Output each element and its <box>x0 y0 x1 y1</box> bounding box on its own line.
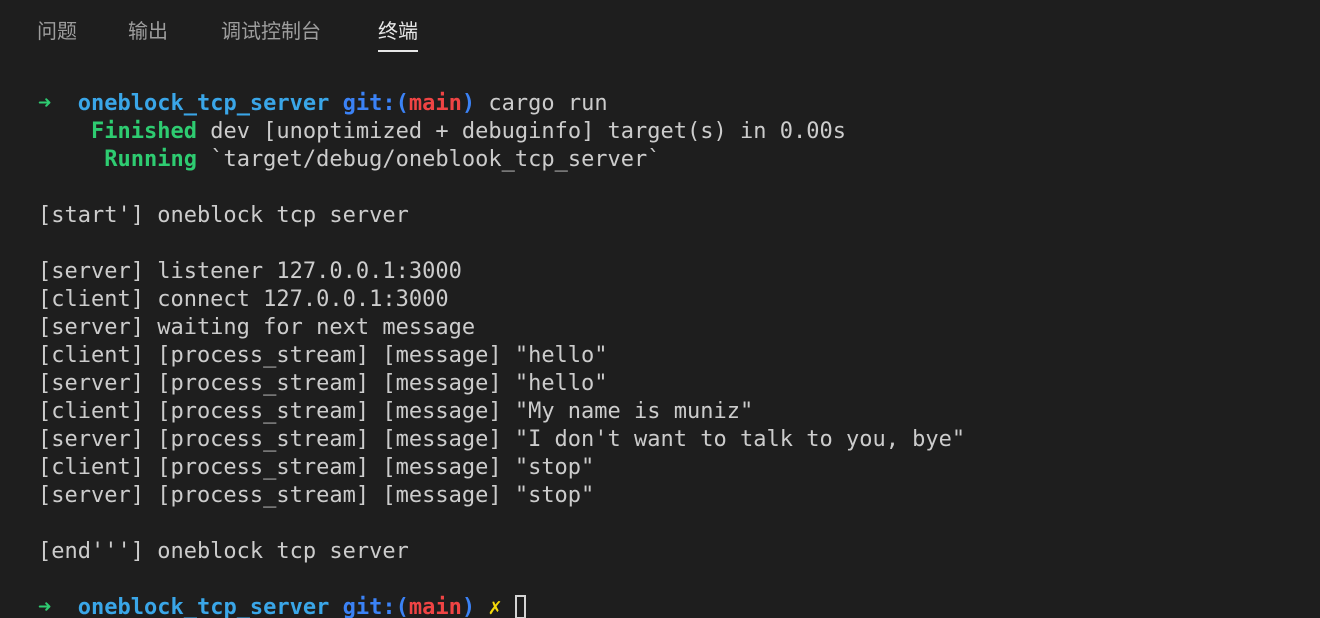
build-finished-line: Finished dev [unoptimized + debuginfo] t… <box>38 118 1308 146</box>
git-suffix: ) <box>461 91 476 116</box>
git-suffix: ) <box>461 595 476 618</box>
terminal-cursor[interactable] <box>514 595 526 618</box>
log-line: [client] [process_stream] [message] "My … <box>38 399 754 424</box>
tab-terminal[interactable]: 终端 <box>378 16 418 52</box>
terminal-panel: 问题 输出 调试控制台 终端 ➜ oneblock_tcp_server git… <box>0 0 1320 618</box>
prompt-directory: oneblock_tcp_server <box>77 91 330 116</box>
prompt-line-current: ➜ oneblock_tcp_server git:(main) ✗ <box>38 594 1308 618</box>
terminal-output[interactable]: ➜ oneblock_tcp_server git:(main) cargo r… <box>38 90 1308 618</box>
tab-debug-console[interactable]: 调试控制台 <box>221 16 321 50</box>
log-line: [server] listener 127.0.0.1:3000 <box>38 259 462 284</box>
log-line: [client] [process_stream] [message] "hel… <box>38 343 608 368</box>
git-prefix: git:( <box>342 91 409 116</box>
end-line: [end'''] oneblock tcp server <box>38 539 409 564</box>
prompt-directory: oneblock_tcp_server <box>77 595 330 618</box>
panel-tabs: 问题 输出 调试控制台 终端 <box>0 0 1320 60</box>
prompt-arrow-icon: ➜ <box>38 595 52 618</box>
log-line: [client] connect 127.0.0.1:3000 <box>38 287 449 312</box>
log-line: [server] [process_stream] [message] "hel… <box>38 371 608 396</box>
git-prefix: git:( <box>342 595 409 618</box>
log-line: [client] [process_stream] [message] "sto… <box>38 455 595 480</box>
dirty-mark-icon: ✗ <box>488 595 502 618</box>
tab-output[interactable]: 输出 <box>128 16 168 50</box>
tab-problems[interactable]: 问题 <box>37 16 77 50</box>
build-running-line: Running `target/debug/oneblook_tcp_serve… <box>38 146 1308 174</box>
git-branch: main <box>408 91 462 116</box>
prompt-arrow-icon: ➜ <box>38 91 52 116</box>
finished-label: Finished <box>90 119 197 144</box>
log-line: [server] [process_stream] [message] "I d… <box>38 427 966 452</box>
running-label: Running <box>104 147 197 172</box>
finished-text: dev [unoptimized + debuginfo] target(s) … <box>210 119 846 144</box>
start-line: [start'] oneblock tcp server <box>38 203 409 228</box>
git-branch: main <box>408 595 462 618</box>
running-text: `target/debug/oneblook_tcp_server` <box>210 147 661 172</box>
prompt-line: ➜ oneblock_tcp_server git:(main) cargo r… <box>38 90 1308 118</box>
command-text: cargo run <box>488 91 608 116</box>
log-line: [server] waiting for next message <box>38 315 476 340</box>
log-line: [server] [process_stream] [message] "sto… <box>38 483 595 508</box>
